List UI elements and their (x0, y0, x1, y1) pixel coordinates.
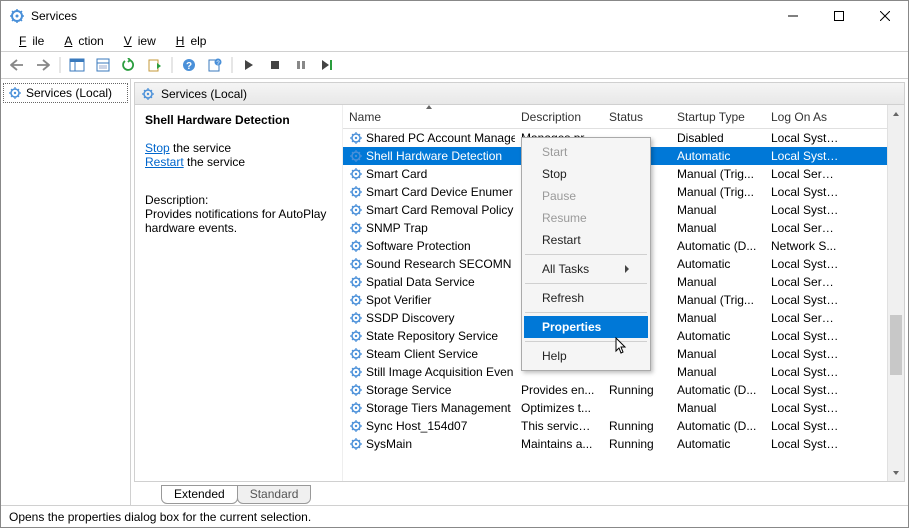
properties-toolbar-button[interactable] (91, 54, 115, 76)
pane-header: Services (Local) (135, 83, 904, 105)
stop-service-button[interactable] (263, 54, 287, 76)
column-status[interactable]: Status (603, 105, 671, 128)
right-pane: Services (Local) Shell Hardware Detectio… (134, 82, 905, 482)
stop-service-link[interactable]: Stop (145, 141, 170, 155)
gear-icon (349, 329, 363, 343)
gear-icon (8, 86, 22, 100)
pause-service-button[interactable] (289, 54, 313, 76)
gear-icon (349, 383, 363, 397)
tab-extended[interactable]: Extended (161, 485, 238, 504)
description-label: Description: (145, 193, 332, 207)
tab-standard[interactable]: Standard (237, 485, 312, 504)
gear-icon (349, 239, 363, 253)
ctx-resume: Resume (524, 207, 648, 229)
vertical-scrollbar[interactable] (887, 105, 904, 481)
ctx-restart[interactable]: Restart (524, 229, 648, 251)
table-row[interactable]: Sync Host_154d07This service ...RunningA… (343, 417, 904, 435)
close-button[interactable] (862, 1, 908, 31)
restart-service-button[interactable] (315, 54, 339, 76)
tree-node-services-local[interactable]: Services (Local) (3, 83, 128, 103)
gear-icon (349, 167, 363, 181)
gear-icon (349, 401, 363, 415)
window-title: Services (31, 9, 77, 23)
table-row[interactable]: Storage Tiers ManagementOptimizes t...Ma… (343, 399, 904, 417)
ctx-refresh[interactable]: Refresh (524, 287, 648, 309)
help-button[interactable]: ? (177, 54, 201, 76)
menu-bar: File Action View Help (1, 31, 908, 51)
maximize-button[interactable] (816, 1, 862, 31)
title-bar: Services (1, 1, 908, 31)
menu-action[interactable]: Action (52, 33, 109, 49)
sort-asc-icon (425, 105, 433, 110)
column-name[interactable]: Name (343, 105, 515, 128)
ctx-stop[interactable]: Stop (524, 163, 648, 185)
scroll-thumb[interactable] (890, 315, 902, 375)
gear-icon (349, 257, 363, 271)
scroll-down-button[interactable] (888, 464, 904, 481)
minimize-button[interactable] (770, 1, 816, 31)
column-log-on-as[interactable]: Log On As (765, 105, 845, 128)
table-row[interactable]: Storage ServiceProvides en...RunningAuto… (343, 381, 904, 399)
chevron-right-icon (624, 265, 630, 273)
gear-icon (141, 87, 155, 101)
column-description[interactable]: Description (515, 105, 603, 128)
gear-icon (349, 365, 363, 379)
status-text: Opens the properties dialog box for the … (9, 510, 311, 524)
menu-help[interactable]: Help (164, 33, 213, 49)
gear-icon (349, 203, 363, 217)
ctx-start: Start (524, 141, 648, 163)
detail-pane: Shell Hardware Detection Stop the servic… (135, 105, 343, 481)
list-header: Name Description Status Startup Type Log… (343, 105, 904, 129)
selected-service-name: Shell Hardware Detection (145, 113, 332, 127)
description-text: Provides notifications for AutoPlay hard… (145, 207, 332, 235)
menu-file[interactable]: File (7, 33, 50, 49)
ctx-properties[interactable]: Properties (524, 316, 648, 338)
forward-button[interactable] (31, 54, 55, 76)
gear-icon (349, 275, 363, 289)
gear-icon (349, 293, 363, 307)
ctx-pause: Pause (524, 185, 648, 207)
gear-icon (349, 347, 363, 361)
gear-icon (349, 437, 363, 451)
gear-icon (349, 185, 363, 199)
gear-icon (349, 149, 363, 163)
scroll-up-button[interactable] (888, 105, 904, 122)
back-button[interactable] (5, 54, 29, 76)
export-list-button[interactable] (143, 54, 167, 76)
column-startup-type[interactable]: Startup Type (671, 105, 765, 128)
status-bar: Opens the properties dialog box for the … (1, 505, 908, 527)
context-menu: Start Stop Pause Resume Restart All Task… (521, 137, 651, 371)
menu-view[interactable]: View (112, 33, 162, 49)
show-hide-tree-button[interactable] (65, 54, 89, 76)
services-list: Name Description Status Startup Type Log… (343, 105, 904, 481)
start-service-button[interactable] (237, 54, 261, 76)
toolbar: ? ? (1, 51, 908, 79)
gear-icon (349, 131, 363, 145)
pane-header-title: Services (Local) (161, 87, 247, 101)
restart-service-link[interactable]: Restart (145, 155, 184, 169)
tree-node-label: Services (Local) (26, 86, 112, 100)
left-tree-pane: Services (Local) (1, 79, 131, 505)
cursor-icon (615, 337, 631, 357)
help-topics-button[interactable]: ? (203, 54, 227, 76)
svg-text:?: ? (186, 61, 192, 72)
table-row[interactable]: SysMainMaintains a...RunningAutomaticLoc… (343, 435, 904, 453)
gear-icon (349, 419, 363, 433)
refresh-button[interactable] (117, 54, 141, 76)
services-icon (9, 8, 25, 24)
gear-icon (349, 221, 363, 235)
tab-strip: Extended Standard (131, 484, 908, 504)
ctx-all-tasks[interactable]: All Tasks (524, 258, 648, 280)
gear-icon (349, 311, 363, 325)
